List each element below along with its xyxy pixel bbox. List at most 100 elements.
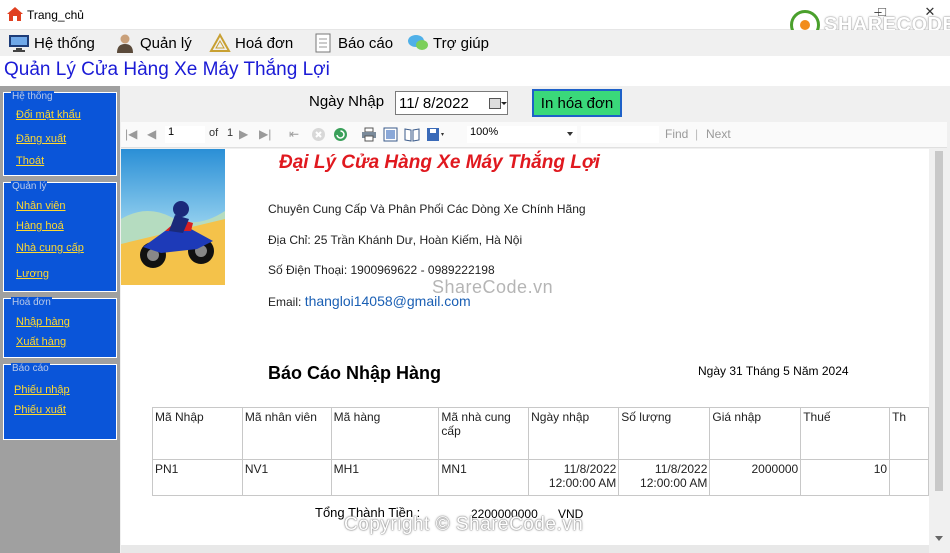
scrollbar-thumb[interactable] [935, 151, 943, 491]
date-filter-label: Ngày Nhập [309, 93, 385, 110]
main-panel: Ngày Nhập 11/ 8/2022 In hóa đơn |◀ ◀ 1 o… [120, 86, 950, 553]
print-icon[interactable] [361, 127, 377, 142]
table-header-row: Mã Nhập Mã nhân viên Mã hàng Mã nhà cung… [152, 407, 929, 460]
find-input[interactable] [581, 126, 659, 143]
first-page-icon[interactable]: |◀ [125, 127, 137, 141]
column-header: Số lượng [618, 407, 711, 460]
import-table: Mã Nhập Mã nhân viên Mã hàng Mã nhà cung… [152, 407, 929, 496]
zoom-value: 100% [470, 126, 499, 138]
stop-icon[interactable] [311, 127, 326, 142]
email-label: Email: [268, 295, 302, 309]
menu-label: Quản lý [140, 34, 192, 52]
sidebar-link-xuat-hang[interactable]: Xuất hàng [16, 336, 66, 348]
zoom-select[interactable]: 100% [467, 126, 577, 143]
table-cell: 10 [800, 459, 891, 496]
menu-label: Trợ giúp [433, 34, 489, 52]
sidebar-group-bao-cao: Báo cáo Phiếu nhập Phiếu xuất [3, 363, 117, 440]
menu-label: Báo cáo [338, 34, 394, 52]
sidebar-link-nha-cung-cap[interactable]: Nhà cung cấp [16, 242, 84, 254]
column-header: Giá nhập [709, 407, 802, 460]
home-icon [7, 7, 23, 21]
chevron-down-icon [567, 132, 573, 136]
report-vertical-scrollbar[interactable] [930, 149, 948, 545]
menu-label: Hoá đơn [235, 34, 294, 52]
menu-bar: Hệ thống Quản lý Hoá đơn Báo cáo Trợ giú… [0, 30, 950, 56]
last-page-icon[interactable]: ▶| [259, 127, 271, 141]
document-icon [315, 33, 331, 53]
menu-bao-cao[interactable]: Báo cáo [312, 32, 393, 54]
sidebar-group-quan-ly: Quản lý Nhân viên Hàng hoá Nhà cung cấp … [3, 181, 117, 292]
previous-page-icon[interactable]: ◀ [147, 127, 156, 141]
group-title: Quản lý [11, 181, 48, 192]
sidebar-link-hang-hoa[interactable]: Hàng hoá [16, 220, 64, 232]
menu-label: Hệ thống [34, 34, 95, 52]
table-cell: PN1 [152, 459, 243, 496]
report-page: Đại Lý Cửa Hàng Xe Máy Thắng Lợi Chuyên … [121, 149, 929, 545]
group-title: Hệ thống [11, 91, 54, 102]
menu-hoa-don[interactable]: Hoá đơn [209, 32, 293, 54]
column-header: Mã Nhập [152, 407, 243, 460]
sidebar-link-nhan-vien[interactable]: Nhân viên [16, 200, 66, 212]
refresh-icon[interactable] [333, 127, 348, 142]
menu-he-thong[interactable]: Hệ thống [8, 32, 95, 54]
calendar-dropdown-icon[interactable] [489, 98, 507, 109]
table-cell: NV1 [241, 459, 332, 496]
table-cell: 11/8/2022 12:00:00 AM [618, 459, 711, 496]
store-address: Địa Chỉ: 25 Trần Khánh Dư, Hoàn Kiếm, Hà… [268, 233, 523, 247]
column-header: Ngày nhập [528, 407, 620, 460]
report-date: Ngày 31 Tháng 5 Năm 2024 [698, 364, 849, 378]
sidebar-group-he-thong: Hệ thống Đổi mật khẩu Đăng xuất Thoát [3, 91, 117, 176]
computer-icon [9, 35, 29, 52]
sidebar-link-phieu-nhap[interactable]: Phiếu nhập [14, 384, 70, 396]
back-icon[interactable]: ⇤ [289, 127, 299, 141]
sidebar-link-luong[interactable]: Lương [16, 268, 49, 280]
sidebar-group-hoa-don: Hoá đơn Nhập hàng Xuất hàng [3, 297, 117, 358]
app-title: Quản Lý Cửa Hàng Xe Máy Thắng Lợi [4, 59, 330, 80]
sidebar-link-dang-xuat[interactable]: Đăng xuất [16, 133, 66, 145]
table-cell [889, 459, 929, 496]
print-invoice-button[interactable]: In hóa đơn [532, 89, 622, 117]
report-title: Báo Cáo Nhập Hàng [268, 363, 442, 383]
column-header: Mã nhân viên [241, 407, 332, 460]
scroll-down-icon[interactable] [935, 536, 943, 541]
menu-tro-giup[interactable]: Trợ giúp [407, 32, 489, 54]
print-layout-icon[interactable] [383, 127, 398, 142]
sidebar-link-doi-mat-khau[interactable]: Đổi mật khẩu [16, 109, 81, 121]
report-horizontal-scrollbar[interactable] [121, 545, 929, 553]
find-link[interactable]: Find [665, 127, 688, 141]
total-pages: 1 [227, 127, 234, 139]
group-title: Hoá đơn [11, 297, 52, 308]
sidebar-link-phieu-xuat[interactable]: Phiếu xuất [14, 404, 66, 416]
store-name: Đại Lý Cửa Hàng Xe Máy Thắng Lợi [279, 152, 600, 173]
column-header: Thuế [800, 407, 891, 460]
report-viewer-toolbar: |◀ ◀ 1 of 1 ▶ ▶| ⇤ 100% Find | Next [121, 122, 947, 148]
person-icon [117, 34, 133, 53]
column-header: Th [889, 407, 929, 460]
store-phone: Số Điện Thoại: 1900969622 - 0989222198 [268, 263, 495, 277]
sidebar-link-thoat[interactable]: Thoát [16, 155, 44, 167]
motorbike-image [121, 149, 225, 285]
table-cell: MH1 [330, 459, 440, 496]
store-slogan: Chuyên Cung Cấp Và Phân Phối Các Dòng Xe… [268, 202, 586, 216]
watermark-bottom: Copyright © ShareCode.vn [344, 514, 584, 535]
of-label: of [209, 127, 219, 139]
window-title: Trang_chủ [27, 8, 84, 22]
current-page-input[interactable]: 1 [165, 126, 205, 143]
watermark-center: ShareCode.vn [432, 277, 554, 297]
app-header: Quản Lý Cửa Hàng Xe Máy Thắng Lợi [0, 56, 950, 86]
next-page-icon[interactable]: ▶ [239, 127, 248, 141]
table-cell: MN1 [438, 459, 530, 496]
sidebar-link-nhap-hang[interactable]: Nhập hàng [16, 316, 70, 328]
help-chat-icon [408, 35, 428, 50]
date-picker[interactable]: 11/ 8/2022 [395, 91, 508, 115]
date-value: 11/ 8/2022 [399, 95, 469, 112]
export-icon[interactable] [426, 127, 446, 142]
sidebar: Hệ thống Đổi mật khẩu Đăng xuất Thoát Qu… [0, 86, 120, 553]
page-setup-icon[interactable] [404, 127, 420, 142]
find-next-link[interactable]: Next [706, 127, 731, 141]
toolbar-separator: | [695, 127, 699, 141]
table-cell: 2000000 [709, 459, 802, 496]
menu-quan-ly[interactable]: Quản lý [114, 32, 192, 54]
triangle-ruler-icon [209, 33, 231, 52]
column-header: Mã nhà cung cấp [438, 407, 530, 460]
